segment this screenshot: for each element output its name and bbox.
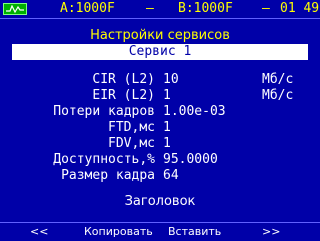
param-value[interactable]: 95.0000 bbox=[163, 152, 218, 168]
param-row-cir[interactable]: CIR (L2) 10 Мб/с bbox=[0, 72, 320, 88]
param-label: Доступность,% bbox=[53, 152, 155, 167]
softkey-bar: << Копировать Вставить >> bbox=[0, 222, 320, 241]
status-bar: A:1000F – B:1000F – 01 49 bbox=[0, 0, 320, 19]
param-value[interactable]: 1 bbox=[163, 88, 171, 104]
param-value[interactable]: 10 bbox=[163, 72, 179, 88]
clock: 01 49 bbox=[280, 1, 320, 16]
separator: – bbox=[262, 1, 270, 16]
param-value[interactable]: 1 bbox=[163, 136, 171, 152]
param-row-ftd[interactable]: FTD,мс 1 bbox=[0, 120, 320, 136]
next-button[interactable]: >> bbox=[262, 223, 280, 240]
prev-button[interactable]: << bbox=[30, 223, 48, 240]
param-unit: Мб/с bbox=[262, 88, 294, 103]
channel-a-status: A:1000F bbox=[60, 1, 115, 16]
channel-b-status: B:1000F bbox=[178, 1, 233, 16]
param-row-fdv[interactable]: FDV,мс 1 bbox=[0, 136, 320, 152]
param-value[interactable]: 1 bbox=[163, 120, 171, 136]
header-settings-item[interactable]: Заголовок bbox=[0, 194, 320, 209]
param-label: CIR (L2) bbox=[92, 72, 155, 87]
param-label: FDV,мс bbox=[108, 136, 155, 151]
signal-icon bbox=[3, 3, 27, 15]
separator: – bbox=[146, 1, 154, 16]
param-value[interactable]: 64 bbox=[163, 168, 179, 184]
param-row-eir[interactable]: EIR (L2) 1 Мб/с bbox=[0, 88, 320, 104]
param-unit: Мб/с bbox=[262, 72, 294, 87]
param-label: EIR (L2) bbox=[92, 88, 155, 103]
service-selector[interactable]: Сервис 1 bbox=[12, 44, 308, 60]
param-label: Потери кадров bbox=[53, 104, 155, 119]
param-row-frame-loss[interactable]: Потери кадров 1.00e-03 bbox=[0, 104, 320, 120]
paste-button[interactable]: Вставить bbox=[168, 223, 221, 240]
param-row-availability[interactable]: Доступность,% 95.0000 bbox=[0, 152, 320, 168]
param-value[interactable]: 1.00e-03 bbox=[163, 104, 226, 120]
param-label: Размер кадра bbox=[61, 168, 155, 183]
param-row-frame-size[interactable]: Размер кадра 64 bbox=[0, 168, 320, 184]
param-label: FTD,мс bbox=[108, 120, 155, 135]
copy-button[interactable]: Копировать bbox=[84, 223, 153, 240]
page-title: Настройки сервисов bbox=[90, 28, 230, 43]
